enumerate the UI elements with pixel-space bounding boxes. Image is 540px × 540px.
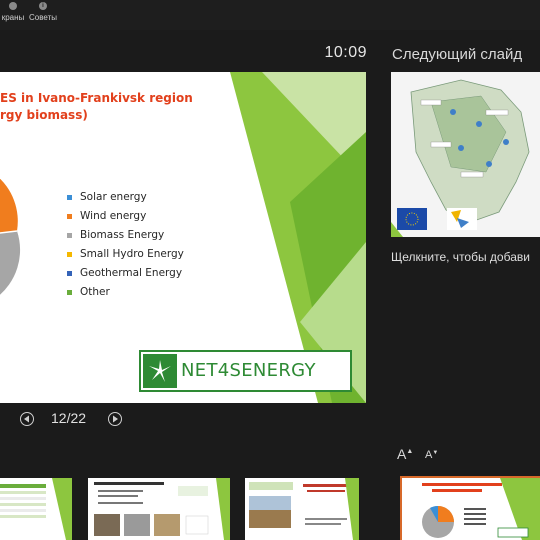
increase-font-button[interactable]: A▲ — [397, 446, 413, 462]
pie-slice-biomass — [0, 231, 21, 295]
previous-slide-button[interactable] — [20, 412, 34, 426]
legend-item-other: Other — [67, 285, 184, 304]
caret-down-icon: ▼ — [432, 450, 439, 456]
chart-legend: Solar energy Wind energy Biomass Energy … — [67, 190, 184, 304]
legend-item-geothermal: Geothermal Energy — [67, 266, 184, 285]
next-slide-preview[interactable] — [391, 72, 540, 237]
thumbnail-slide[interactable] — [0, 478, 72, 540]
slide-title: ES in Ivano-Frankivsk region rgy biomass… — [0, 91, 193, 122]
map-thumbnail — [391, 72, 540, 237]
tips-button[interactable]: i Советы — [28, 0, 58, 30]
legend-item-solar: Solar energy — [67, 190, 184, 209]
logo-text: NET4SENERGY — [181, 360, 316, 381]
triangle-right-icon — [113, 415, 118, 423]
legend-item-wind: Wind energy — [67, 209, 184, 228]
thumbnail-slide[interactable] — [245, 478, 359, 540]
pie-slice-wind — [0, 178, 18, 234]
screen-icon — [9, 2, 17, 10]
tips-label: Советы — [29, 13, 57, 22]
current-slide[interactable]: ES in Ivano-Frankivsk region rgy biomass… — [0, 72, 366, 403]
speaker-notes-placeholder[interactable]: Щелкните, чтобы добави — [391, 250, 530, 264]
legend-item-small-hydro: Small Hydro Energy — [67, 247, 184, 266]
legend-item-biomass: Biomass Energy — [67, 228, 184, 247]
triangle-left-icon — [24, 415, 29, 423]
net4senergy-logo: NET4SENERGY — [139, 350, 352, 392]
screens-button[interactable]: краны — [0, 0, 26, 30]
thumbnail-slide-current[interactable] — [400, 476, 540, 540]
top-toolbar: краны i Советы — [0, 0, 540, 30]
wind-turbine-logo-icon — [143, 354, 177, 388]
next-slide-heading: Следующий слайд — [392, 46, 523, 63]
next-slide-button[interactable] — [108, 412, 122, 426]
info-icon: i — [39, 2, 47, 10]
presentation-timer: 10:09 — [324, 44, 367, 61]
slide-counter: 12/22 — [51, 410, 87, 426]
screens-label: краны — [1, 13, 25, 22]
decrease-font-button[interactable]: A▼ — [425, 449, 438, 461]
thumbnail-slide[interactable] — [88, 478, 230, 540]
caret-up-icon: ▲ — [406, 448, 414, 455]
